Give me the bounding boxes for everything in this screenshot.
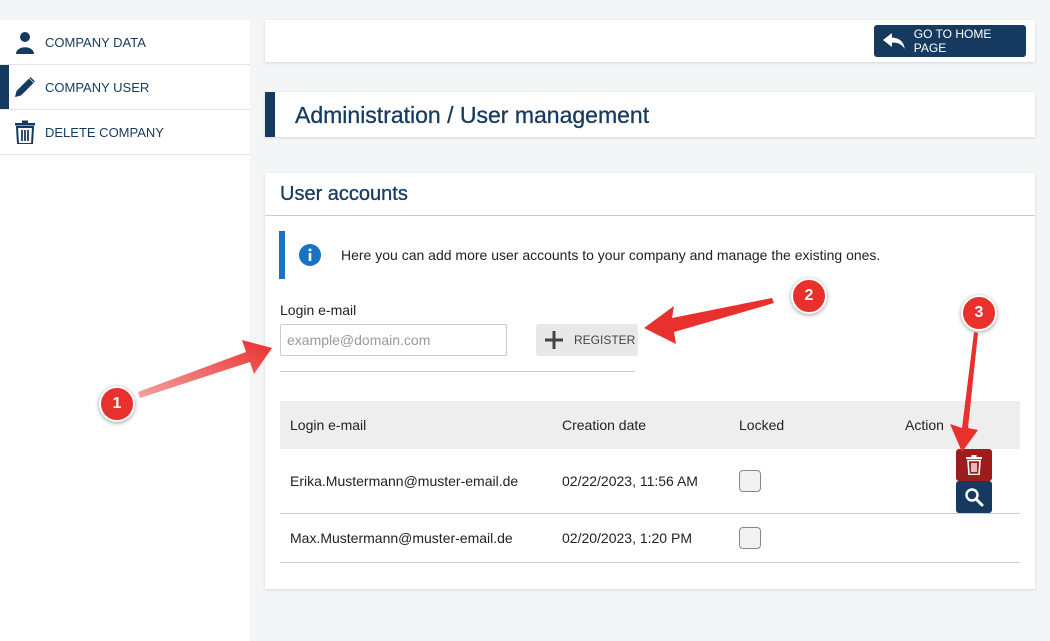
- annotation-badge-2: 2: [791, 278, 827, 314]
- annotation-badge-3: 3: [961, 295, 997, 331]
- annotation-arrow-3: [950, 332, 978, 452]
- annotation-arrow-2: [644, 298, 774, 344]
- annotation-arrows: [138, 298, 978, 452]
- annotation-badge-1: 1: [99, 386, 135, 422]
- annotation-arrow-1: [138, 340, 272, 398]
